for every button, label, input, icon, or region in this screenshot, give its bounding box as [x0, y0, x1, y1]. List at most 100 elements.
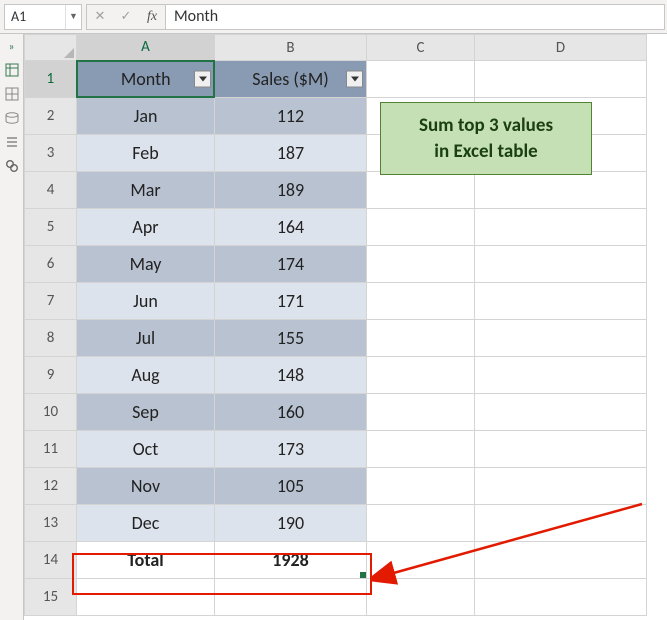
cell[interactable] [475, 579, 647, 616]
row-header[interactable]: 3 [25, 135, 77, 172]
cell[interactable] [475, 431, 647, 468]
cell[interactable] [475, 468, 647, 505]
cell[interactable] [475, 246, 647, 283]
cell[interactable]: Feb [77, 135, 215, 172]
cell[interactable] [367, 579, 475, 616]
cell[interactable] [77, 579, 215, 616]
gutter-find-icon[interactable] [4, 158, 20, 174]
cell[interactable] [475, 172, 647, 209]
row-header[interactable]: 8 [25, 320, 77, 357]
annotation-callout: Sum top 3 values in Excel table [380, 102, 592, 175]
column-header-a[interactable]: A [77, 35, 215, 61]
cell[interactable]: Nov [77, 468, 215, 505]
cell[interactable] [475, 209, 647, 246]
row-header[interactable]: 13 [25, 505, 77, 542]
cell[interactable]: Apr [77, 209, 215, 246]
cell[interactable]: 160 [215, 394, 367, 431]
cell[interactable]: 190 [215, 505, 367, 542]
cell[interactable]: 189 [215, 172, 367, 209]
filter-dropdown-icon[interactable] [346, 71, 363, 88]
column-header-b[interactable]: B [215, 35, 367, 61]
cell[interactable] [367, 172, 475, 209]
cell[interactable] [475, 505, 647, 542]
cell[interactable]: 174 [215, 246, 367, 283]
cell[interactable] [367, 357, 475, 394]
cell[interactable] [475, 357, 647, 394]
table-header-label: Sales ($M) [252, 68, 329, 90]
cell[interactable]: 112 [215, 98, 367, 135]
cell[interactable] [367, 320, 475, 357]
table-header-sales[interactable]: Sales ($M) [215, 61, 367, 98]
cell[interactable] [367, 61, 475, 98]
cancel-button[interactable]: ✕ [87, 4, 113, 30]
row-header[interactable]: 5 [25, 209, 77, 246]
name-box-value: A1 [5, 8, 65, 25]
total-value-cell[interactable]: 1928 [215, 542, 367, 579]
cell[interactable] [367, 209, 475, 246]
row-header[interactable]: 10 [25, 394, 77, 431]
gutter-data-icon[interactable] [4, 110, 20, 126]
callout-line: Sum top 3 values [393, 113, 579, 139]
cell[interactable]: Dec [77, 505, 215, 542]
cell[interactable]: May [77, 246, 215, 283]
total-label-cell[interactable]: Total [77, 542, 215, 579]
column-header-c[interactable]: C [367, 35, 475, 61]
cell[interactable]: 148 [215, 357, 367, 394]
cell[interactable] [367, 505, 475, 542]
accept-button[interactable]: ✓ [113, 4, 139, 30]
cell[interactable]: Jul [77, 320, 215, 357]
row-header[interactable]: 12 [25, 468, 77, 505]
gutter-table-icon[interactable] [4, 86, 20, 102]
row-header[interactable]: 15 [25, 579, 77, 616]
column-header-d[interactable]: D [475, 35, 647, 61]
cell[interactable] [367, 394, 475, 431]
row-header[interactable]: 14 [25, 542, 77, 579]
formula-bar: A1 ▼ ✕ ✓ fx Month [0, 0, 667, 34]
formula-input[interactable]: Month [165, 4, 665, 30]
cell[interactable]: Jun [77, 283, 215, 320]
callout-line: in Excel table [393, 139, 579, 165]
row-header[interactable]: 4 [25, 172, 77, 209]
gutter-sheet-icon[interactable] [4, 62, 20, 78]
table-resize-handle-icon[interactable] [360, 572, 366, 578]
cell[interactable]: 164 [215, 209, 367, 246]
cell[interactable]: 171 [215, 283, 367, 320]
row-header[interactable]: 11 [25, 431, 77, 468]
cell[interactable] [367, 283, 475, 320]
name-box-dropdown-icon[interactable]: ▼ [65, 5, 81, 29]
cell[interactable] [475, 394, 647, 431]
cell[interactable]: 173 [215, 431, 367, 468]
cell[interactable] [475, 320, 647, 357]
cell[interactable]: Mar [77, 172, 215, 209]
cell[interactable]: 155 [215, 320, 367, 357]
select-all-corner[interactable] [25, 35, 77, 61]
row-header[interactable]: 2 [25, 98, 77, 135]
row-header[interactable]: 7 [25, 283, 77, 320]
formula-bar-controls: ✕ ✓ fx [86, 4, 165, 30]
row-header[interactable]: 6 [25, 246, 77, 283]
cell[interactable] [367, 246, 475, 283]
cell[interactable] [475, 542, 647, 579]
row-header[interactable]: 1 [25, 61, 77, 98]
cell[interactable] [367, 468, 475, 505]
total-value: 1928 [272, 549, 309, 571]
cell[interactable]: 187 [215, 135, 367, 172]
filter-dropdown-icon[interactable] [194, 71, 211, 88]
row-header[interactable]: 9 [25, 357, 77, 394]
gutter-list-icon[interactable] [4, 134, 20, 150]
fx-button[interactable]: fx [139, 4, 165, 30]
cell[interactable] [475, 283, 647, 320]
cell[interactable] [215, 579, 367, 616]
cell[interactable]: 105 [215, 468, 367, 505]
spreadsheet-grid[interactable]: A B C D 1 Month Sales ($M) 2Jan112 3Feb1… [24, 34, 667, 620]
cell[interactable] [367, 542, 475, 579]
cell[interactable]: Jan [77, 98, 215, 135]
expand-pane-icon[interactable]: » [4, 38, 20, 54]
cell[interactable] [367, 431, 475, 468]
name-box[interactable]: A1 ▼ [4, 4, 82, 30]
cell[interactable]: Aug [77, 357, 215, 394]
cell[interactable]: Oct [77, 431, 215, 468]
cell[interactable] [475, 61, 647, 98]
table-header-month[interactable]: Month [77, 61, 215, 98]
cell[interactable]: Sep [77, 394, 215, 431]
